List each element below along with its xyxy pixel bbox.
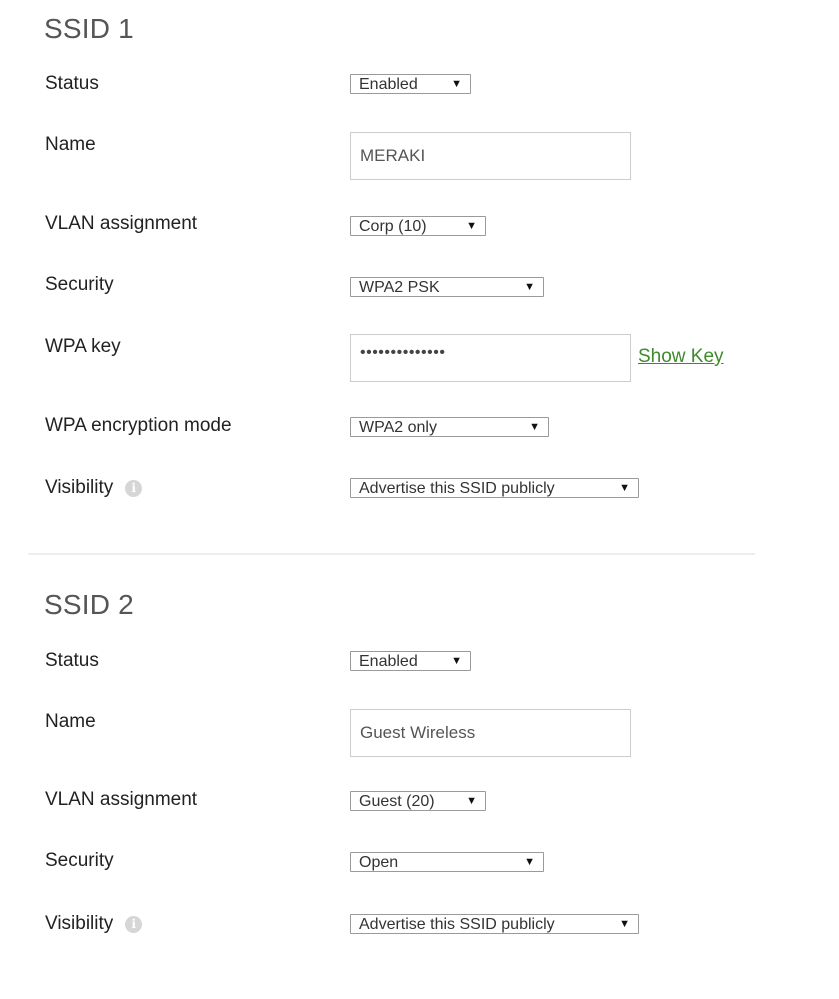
ssid-1-wpa-key-input[interactable]: •••••••••••••• <box>350 334 631 382</box>
ssid-2-visibility-label: Visibility <box>45 913 114 934</box>
show-key-link[interactable]: Show Key <box>638 346 724 368</box>
ssid-2-vlan-value: Guest (20) <box>359 793 435 810</box>
chevron-down-icon: ▼ <box>524 856 535 868</box>
ssid-1-status-value: Enabled <box>359 76 418 93</box>
chevron-down-icon: ▼ <box>466 220 477 232</box>
ssid-1-security-value: WPA2 PSK <box>359 279 440 296</box>
ssid-2-title: SSID 2 <box>44 589 134 620</box>
info-icon[interactable]: i <box>125 916 143 933</box>
ssid-2-status-value: Enabled <box>359 653 418 670</box>
ssid-1-security-select[interactable]: WPA2 PSK ▼ <box>350 277 544 297</box>
chevron-down-icon: ▼ <box>619 918 630 930</box>
ssid-1-wpa-mode-value: WPA2 only <box>359 419 437 436</box>
ssid-1-name-label: Name <box>45 134 96 155</box>
ssid-2-visibility-select[interactable]: Advertise this SSID publicly ▼ <box>350 914 639 934</box>
ssid-2-security-value: Open <box>359 854 399 871</box>
ssid-2-security-label: Security <box>45 850 114 871</box>
ssid-1-wpa-key-label: WPA key <box>45 336 121 357</box>
info-icon[interactable]: i <box>125 480 143 497</box>
ssid-2-name-label: Name <box>45 711 96 732</box>
ssid-1-status-select[interactable]: Enabled ▼ <box>350 74 471 94</box>
ssid-1-visibility-label: Visibility <box>45 477 114 498</box>
ssid-2-status-select[interactable]: Enabled ▼ <box>350 651 471 671</box>
ssid-2-vlan-label: VLAN assignment <box>45 789 198 810</box>
ssid-1-vlan-value: Corp (10) <box>359 218 427 235</box>
ssid-1-wpa-mode-label: WPA encryption mode <box>45 415 232 436</box>
ssid-1-wpa-mode-select[interactable]: WPA2 only ▼ <box>350 417 549 437</box>
ssid-1-visibility-select[interactable]: Advertise this SSID publicly ▼ <box>350 478 639 498</box>
chevron-down-icon: ▼ <box>451 655 462 667</box>
chevron-down-icon: ▼ <box>451 78 462 90</box>
chevron-down-icon: ▼ <box>466 795 477 807</box>
ssid-1-title: SSID 1 <box>44 13 134 44</box>
chevron-down-icon: ▼ <box>529 421 540 433</box>
section-divider <box>28 553 755 555</box>
chevron-down-icon: ▼ <box>524 281 535 293</box>
ssid-1-vlan-select[interactable]: Corp (10) ▼ <box>350 216 486 236</box>
ssid-1-vlan-label: VLAN assignment <box>45 213 198 234</box>
ssid-2-vlan-select[interactable]: Guest (20) ▼ <box>350 791 486 811</box>
ssid-1-visibility-label-row: Visibility i <box>45 477 143 499</box>
chevron-down-icon: ▼ <box>619 482 630 494</box>
ssid-1-name-input[interactable]: MERAKI <box>350 132 631 180</box>
ssid-2-security-select[interactable]: Open ▼ <box>350 852 544 872</box>
ssid-1-security-label: Security <box>45 274 114 295</box>
ssid-1-status-label: Status <box>45 73 99 94</box>
ssid-2-status-label: Status <box>45 650 99 671</box>
ssid-2-visibility-value: Advertise this SSID publicly <box>359 916 555 933</box>
ssid-2-name-input[interactable]: Guest Wireless <box>350 709 631 757</box>
ssid-2-visibility-label-row: Visibility i <box>45 913 143 935</box>
ssid-1-visibility-value: Advertise this SSID publicly <box>359 480 555 497</box>
